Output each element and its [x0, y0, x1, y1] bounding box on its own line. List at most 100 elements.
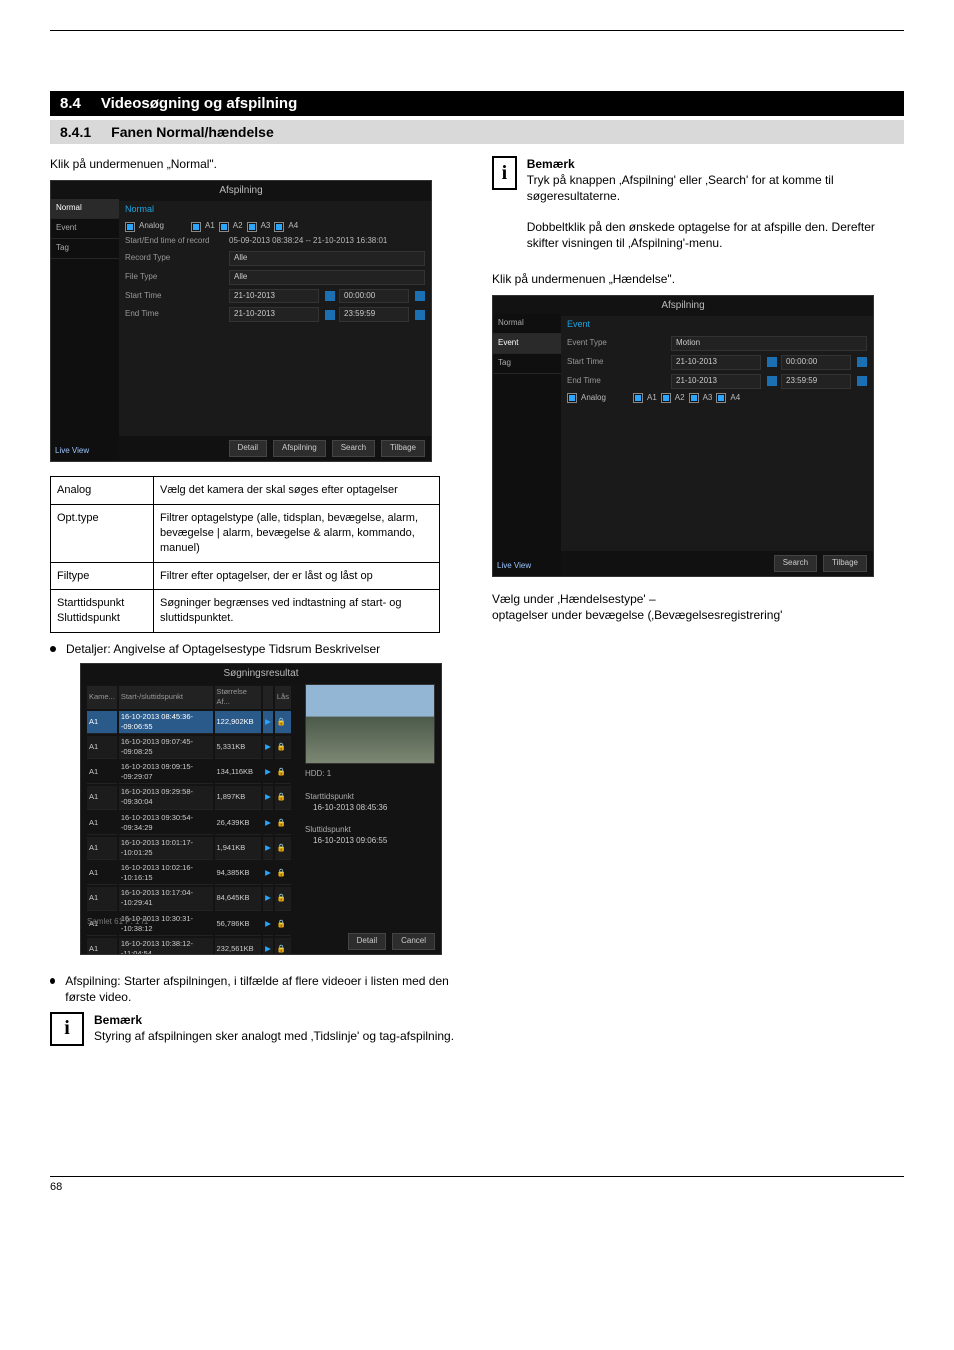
event-type-select[interactable]: Motion — [671, 336, 867, 351]
detail-button[interactable]: Detail — [229, 440, 267, 457]
figure-normal-playback: Afspilning Normal Event Tag Normal Analo… — [50, 180, 432, 462]
chk-analog[interactable] — [567, 393, 577, 403]
table-row[interactable]: A116-10-2013 10:17:04--10:29:4184,645KB▶… — [87, 887, 291, 910]
table-row[interactable]: A116-10-2013 09:09:15--09:29:07134,116KB… — [87, 761, 291, 784]
clock-icon[interactable] — [415, 310, 425, 320]
fig1-main: Normal Analog A1 A2 A3 A4 Start/End time… — [119, 199, 431, 461]
fig1-title: Afspilning — [51, 181, 431, 201]
note-text: Styring af afspilningen sker analogt med… — [94, 1028, 454, 1044]
chk-a4[interactable] — [274, 222, 284, 232]
calendar-icon[interactable] — [767, 357, 777, 367]
fig1-panel-title: Normal — [119, 199, 431, 219]
note-heading: Bemærk — [94, 1012, 454, 1028]
result-detail-button[interactable]: Detail — [348, 933, 386, 950]
subsection-header: 8.4.1 Fanen Normal/hændelse — [50, 120, 904, 144]
table-row[interactable]: A116-10-2013 10:02:16--10:16:1594,385KB▶… — [87, 862, 291, 885]
end-date-input[interactable]: 21-10-2013 — [671, 374, 761, 389]
clock-icon[interactable] — [415, 291, 425, 301]
table-row[interactable]: A116-10-2013 10:38:12--11:04:54232,561KB… — [87, 938, 291, 956]
page-footer: 68 — [50, 1176, 904, 1193]
table-row[interactable]: A116-10-2013 09:30:54--09:34:2926,439KB▶… — [87, 812, 291, 835]
live-view-link[interactable]: Live View — [55, 446, 89, 457]
under-fig2-line2: optagelser under bevægelse (‚Bevægelsesr… — [492, 607, 904, 623]
bullet-icon — [50, 646, 56, 652]
calendar-icon[interactable] — [325, 310, 335, 320]
info-icon: i — [492, 156, 517, 190]
start-time-input[interactable]: 00:00:00 — [781, 355, 851, 370]
chk-analog[interactable] — [125, 222, 135, 232]
subsection-title: Fanen Normal/hændelse — [111, 124, 274, 140]
live-view-link[interactable]: Live View — [497, 561, 531, 572]
result-preview: HDD: 1 Starttidspunkt 16-10-2013 08:45:3… — [305, 684, 435, 846]
chk-a3[interactable] — [689, 393, 699, 403]
fig2-sidebar: Normal Event Tag — [493, 314, 561, 576]
table-row[interactable]: A116-10-2013 09:07:45--09:08:255,331KB▶🔒 — [87, 736, 291, 759]
table-row[interactable]: A116-10-2013 08:45:36--09:06:55122,902KB… — [87, 711, 291, 734]
note-heading: Bemærk — [527, 156, 904, 172]
play-button[interactable]: Afspilning — [273, 440, 326, 457]
left-column: Klik på undermenuen „Normal". Afspilning… — [50, 150, 462, 1066]
result-table: Kame... Start-/sluttidspunkt Størrelse A… — [85, 684, 293, 955]
event-intro: Klik på undermenuen „Hændelse". — [492, 271, 904, 287]
bullet-playback: Afspilning: Starter afspilningen, i tilf… — [50, 973, 462, 1005]
description-table: AnalogVælg det kamera der skal søges eft… — [50, 476, 440, 633]
calendar-icon[interactable] — [767, 376, 777, 386]
sidebar-item-tag[interactable]: Tag — [493, 354, 561, 374]
figure-search-result: Søgningsresultat Kame... Start-/sluttids… — [80, 663, 442, 955]
figure-event-playback: Afspilning Normal Event Tag Event Event … — [492, 295, 874, 577]
sidebar-item-event[interactable]: Event — [493, 334, 561, 354]
sidebar-item-tag[interactable]: Tag — [51, 239, 119, 259]
end-time-input[interactable]: 23:59:59 — [339, 307, 409, 322]
search-button[interactable]: Search — [332, 440, 375, 457]
chk-a3[interactable] — [247, 222, 257, 232]
file-type-select[interactable]: Alle — [229, 270, 425, 285]
section-num: 8.4 — [60, 95, 81, 112]
chk-a2[interactable] — [661, 393, 671, 403]
table-row[interactable]: A116-10-2013 09:29:58--09:30:041,897KB▶🔒 — [87, 786, 291, 809]
result-title: Søgningsresultat — [81, 664, 441, 684]
fig2-main: Event Event TypeMotion Start Time21-10-2… — [561, 314, 873, 576]
start-date-input[interactable]: 21-10-2013 — [229, 289, 319, 304]
left-intro: Klik på undermenuen „Normal". — [50, 156, 462, 172]
clock-icon[interactable] — [857, 357, 867, 367]
fig1-footer: Detail Afspilning Search Tilbage — [119, 436, 431, 461]
calendar-icon[interactable] — [325, 291, 335, 301]
under-fig2-line1: Vælg under ‚Hændelsestype' – — [492, 591, 904, 607]
fig2-panel-title: Event — [561, 314, 873, 334]
result-cancel-button[interactable]: Cancel — [392, 933, 435, 950]
fig2-footer: Search Tilbage — [561, 551, 873, 576]
chk-a1[interactable] — [191, 222, 201, 232]
top-rule — [50, 30, 904, 31]
back-button[interactable]: Tilbage — [381, 440, 425, 457]
clock-icon[interactable] — [857, 376, 867, 386]
result-summary: Samlet 61 P: 1 /1 — [87, 917, 148, 928]
bullet-icon — [50, 978, 55, 984]
record-type-select[interactable]: Alle — [229, 251, 425, 266]
end-time-input[interactable]: 23:59:59 — [781, 374, 851, 389]
chk-a4[interactable] — [716, 393, 726, 403]
fig1-sidebar: Normal Event Tag — [51, 199, 119, 461]
start-date-input[interactable]: 21-10-2013 — [671, 355, 761, 370]
table-row[interactable]: A116-10-2013 10:01:17--10:01:251,941KB▶🔒 — [87, 837, 291, 860]
section-title: Videosøgning og afspilning — [101, 95, 297, 112]
note-block-right: i Bemærk Tryk på knappen ‚Afspilning' el… — [492, 156, 904, 251]
preview-thumbnail — [305, 684, 435, 764]
note-text-2: Dobbeltklik på den ønskede optagelse for… — [527, 219, 904, 251]
note-text-1: Tryk på knappen ‚Afspilning' eller ‚Sear… — [527, 172, 904, 204]
subsection-num: 8.4.1 — [60, 124, 91, 140]
sidebar-item-normal[interactable]: Normal — [493, 314, 561, 334]
page-number: 68 — [50, 1181, 62, 1193]
sidebar-item-event[interactable]: Event — [51, 219, 119, 239]
search-button[interactable]: Search — [774, 555, 817, 572]
bullet-detail: Detaljer: Angivelse af Optagelsestype Ti… — [50, 641, 462, 657]
start-time-input[interactable]: 00:00:00 — [339, 289, 409, 304]
lbl-analog: Analog — [139, 221, 187, 232]
back-button[interactable]: Tilbage — [823, 555, 867, 572]
note-block-left: i Bemærk Styring af afspilningen sker an… — [50, 1012, 462, 1046]
right-column: i Bemærk Tryk på knappen ‚Afspilning' el… — [492, 150, 904, 1066]
info-icon: i — [50, 1012, 84, 1046]
chk-a1[interactable] — [633, 393, 643, 403]
chk-a2[interactable] — [219, 222, 229, 232]
end-date-input[interactable]: 21-10-2013 — [229, 307, 319, 322]
sidebar-item-normal[interactable]: Normal — [51, 199, 119, 219]
